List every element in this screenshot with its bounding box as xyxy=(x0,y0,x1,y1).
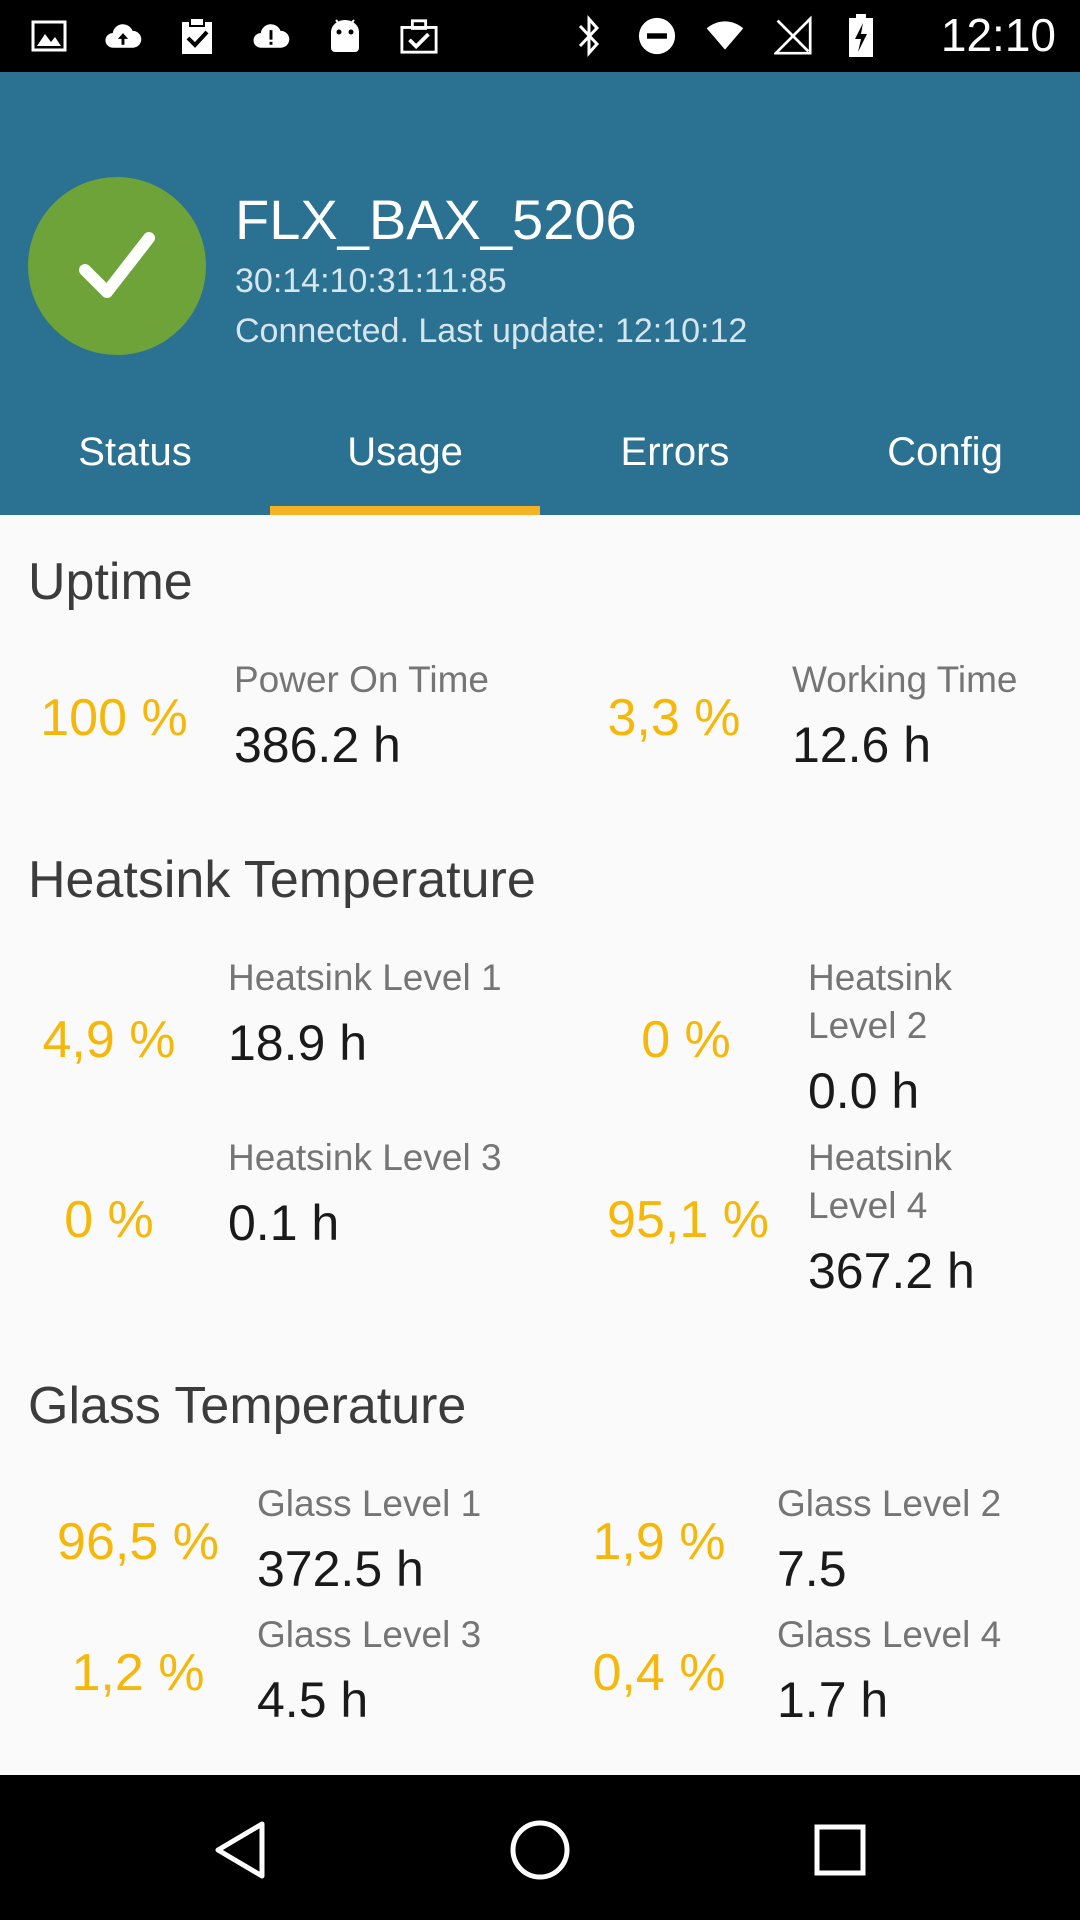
glass-level2-label: Glass Level 2 xyxy=(777,1483,1002,1524)
power-on-value: 386.2 h xyxy=(234,717,401,773)
device-mac: 30:14:10:31:11:85 xyxy=(235,262,507,300)
do-not-disturb-icon xyxy=(638,14,676,58)
no-signal-icon xyxy=(774,14,812,58)
heatsink-level4-label: Heatsink Level 4 xyxy=(808,1137,952,1226)
glass-level3-percent: 1,2 % xyxy=(71,1644,205,1702)
briefcase-check-icon xyxy=(400,14,438,58)
tab-errors[interactable]: Errors xyxy=(540,410,810,515)
heatsink-level1-label: Heatsink Level 1 xyxy=(228,957,502,998)
android-icon xyxy=(326,14,364,58)
back-icon[interactable] xyxy=(205,1815,275,1885)
device-name: FLX_BAX_5206 xyxy=(235,188,637,251)
heatsink-level2-label: Heatsink Level 2 xyxy=(808,957,952,1046)
tab-config[interactable]: Config xyxy=(810,410,1080,515)
heatsink-level1-percent: 4,9 % xyxy=(42,1011,176,1069)
working-value: 12.6 h xyxy=(792,717,932,773)
heatsink-level3-value: 0.1 h xyxy=(228,1195,340,1251)
glass-level4-value: 1.7 h xyxy=(777,1672,889,1728)
working-percent: 3,3 % xyxy=(607,689,741,747)
glass-level3-value: 4.5 h xyxy=(257,1672,369,1728)
tab-status[interactable]: Status xyxy=(0,410,270,515)
image-icon xyxy=(30,14,68,58)
clock: 12:10 xyxy=(940,9,1056,61)
glass-level3-label: Glass Level 3 xyxy=(257,1614,482,1655)
bluetooth-icon xyxy=(570,14,608,58)
power-on-label: Power On Time xyxy=(234,659,489,700)
heatsink-level2-percent: 0 % xyxy=(641,1011,731,1069)
glass-level4-label: Glass Level 4 xyxy=(777,1614,1002,1655)
home-icon[interactable] xyxy=(505,1815,575,1885)
tab-usage[interactable]: Usage xyxy=(270,410,540,515)
working-label: Working Time xyxy=(792,659,1018,700)
status-bar: 12:10 xyxy=(0,0,1080,72)
glass-title: Glass Temperature xyxy=(28,1377,467,1435)
battery-charging-icon xyxy=(842,14,880,58)
heatsink-level1-value: 18.9 h xyxy=(228,1015,368,1071)
glass-level1-percent: 96,5 % xyxy=(57,1513,219,1571)
wifi-icon xyxy=(706,14,744,58)
glass-level4-percent: 0,4 % xyxy=(592,1644,726,1702)
glass-level1-label: Glass Level 1 xyxy=(257,1483,482,1524)
power-on-percent: 100 % xyxy=(40,689,188,747)
heatsink-level3-percent: 0 % xyxy=(64,1191,154,1249)
heatsink-level4-value: 367.2 h xyxy=(808,1243,975,1299)
uptime-title: Uptime xyxy=(28,553,193,611)
glass-level1-value: 372.5 h xyxy=(257,1541,424,1597)
heatsink-title: Heatsink Temperature xyxy=(28,851,536,909)
recents-icon[interactable] xyxy=(805,1815,875,1885)
heatsink-level2-value: 0.0 h xyxy=(808,1063,920,1119)
heatsink-level3-label: Heatsink Level 3 xyxy=(228,1137,502,1178)
check-icon xyxy=(79,232,155,298)
heatsink-level4-percent: 95,1 % xyxy=(607,1191,769,1249)
glass-level2-percent: 1,9 % xyxy=(592,1513,726,1571)
device-header: FLX_BAX_5206 30:14:10:31:11:85 Connected… xyxy=(0,72,1080,515)
cloud-upload-icon xyxy=(104,14,142,58)
connection-status: Connected. Last update: 12:10:12 xyxy=(235,312,748,350)
glass-level2-value: 7.5 xyxy=(777,1541,847,1597)
tab-bar: Status Usage Errors Config xyxy=(0,410,1080,515)
cloud-alert-icon xyxy=(252,14,290,58)
connection-status-badge xyxy=(28,177,206,355)
navigation-bar xyxy=(0,1775,1080,1920)
clipboard-check-icon xyxy=(178,14,216,58)
